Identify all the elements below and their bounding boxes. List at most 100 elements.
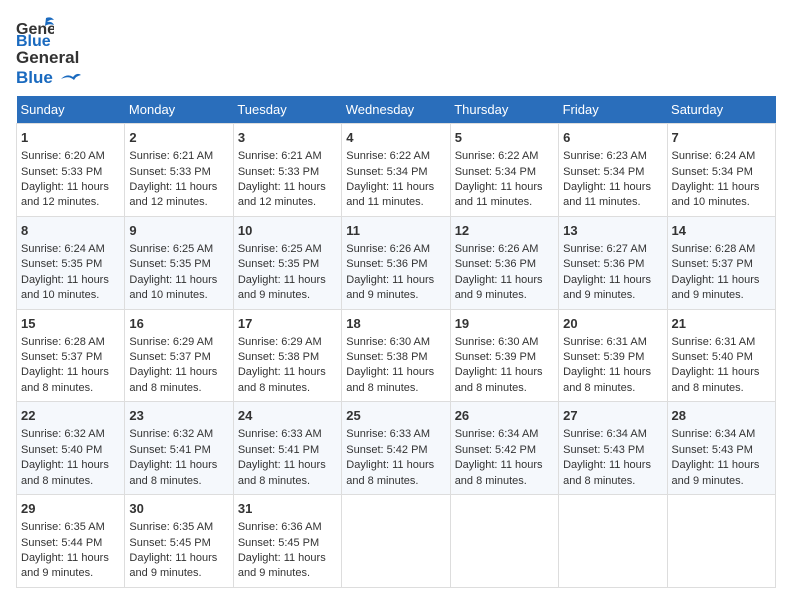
- day-detail: and 9 minutes.: [238, 566, 337, 581]
- day-detail: Daylight: 11 hours: [129, 180, 228, 195]
- day-number: 19: [455, 315, 554, 333]
- day-detail: Daylight: 11 hours: [129, 365, 228, 380]
- day-detail: Daylight: 11 hours: [21, 273, 120, 288]
- day-detail: and 9 minutes.: [672, 288, 771, 303]
- day-detail: Sunrise: 6:22 AM: [346, 149, 445, 164]
- logo-text-general: General: [16, 48, 79, 67]
- day-detail: Daylight: 11 hours: [129, 551, 228, 566]
- day-detail: Daylight: 11 hours: [455, 273, 554, 288]
- day-detail: Daylight: 11 hours: [346, 365, 445, 380]
- day-detail: Sunset: 5:41 PM: [238, 443, 337, 458]
- calendar-cell: 16 Sunrise: 6:29 AMSunset: 5:37 PMDayligh…: [125, 309, 233, 402]
- day-detail: and 12 minutes.: [21, 195, 120, 210]
- day-detail: Sunset: 5:37 PM: [129, 350, 228, 365]
- day-detail: Sunrise: 6:31 AM: [563, 335, 662, 350]
- day-detail: Sunset: 5:34 PM: [346, 165, 445, 180]
- day-detail: Sunrise: 6:28 AM: [672, 242, 771, 257]
- day-detail: Daylight: 11 hours: [346, 180, 445, 195]
- day-detail: Sunset: 5:45 PM: [238, 536, 337, 551]
- calendar-cell: 27Sunrise: 6:34 AMSunset: 5:43 PMDayligh…: [559, 402, 667, 495]
- day-number: 10: [238, 222, 337, 240]
- day-number: 15: [21, 315, 120, 333]
- day-detail: Daylight: 11 hours: [346, 458, 445, 473]
- day-detail: Daylight: 11 hours: [21, 551, 120, 566]
- calendar-week-row: 29Sunrise: 6:35 AMSunset: 5:44 PMDayligh…: [17, 495, 776, 588]
- day-detail: Sunset: 5:38 PM: [346, 350, 445, 365]
- calendar-cell: [450, 495, 558, 588]
- header: General Blue General Blue: [16, 16, 776, 88]
- day-detail: Sunset: 5:35 PM: [21, 257, 120, 272]
- day-detail: Sunrise: 6:27 AM: [563, 242, 662, 257]
- day-detail: Daylight: 11 hours: [672, 180, 771, 195]
- calendar-week-row: 1Sunrise: 6:20 AMSunset: 5:33 PMDaylight…: [17, 124, 776, 217]
- day-number: 25: [346, 407, 445, 425]
- day-detail: Daylight: 11 hours: [563, 365, 662, 380]
- calendar-cell: 14Sunrise: 6:28 AMSunset: 5:37 PMDayligh…: [667, 216, 775, 309]
- day-detail: Sunrise: 6:21 AM: [238, 149, 337, 164]
- day-detail: Sunrise: 6:23 AM: [563, 149, 662, 164]
- calendar-cell: 12Sunrise: 6:26 AMSunset: 5:36 PMDayligh…: [450, 216, 558, 309]
- day-detail: Daylight: 11 hours: [129, 273, 228, 288]
- day-number: 17: [238, 315, 337, 333]
- day-number: 27: [563, 407, 662, 425]
- calendar-cell: 6Sunrise: 6:23 AMSunset: 5:34 PMDaylight…: [559, 124, 667, 217]
- day-detail: Sunset: 5:33 PM: [238, 165, 337, 180]
- day-detail: and 9 minutes.: [563, 288, 662, 303]
- calendar-cell: 24Sunrise: 6:33 AMSunset: 5:41 PMDayligh…: [233, 402, 341, 495]
- calendar-header-row: SundayMondayTuesdayWednesdayThursdayFrid…: [17, 96, 776, 124]
- day-detail: Sunrise: 6:22 AM: [455, 149, 554, 164]
- day-detail: Daylight: 11 hours: [563, 180, 662, 195]
- day-detail: Sunrise: 6:35 AM: [129, 520, 228, 535]
- day-detail: Sunrise: 6:30 AM: [346, 335, 445, 350]
- calendar-table: SundayMondayTuesdayWednesdayThursdayFrid…: [16, 96, 776, 588]
- calendar-cell: 22Sunrise: 6:32 AMSunset: 5:40 PMDayligh…: [17, 402, 125, 495]
- day-detail: Sunset: 5:39 PM: [455, 350, 554, 365]
- day-detail: Daylight: 11 hours: [672, 458, 771, 473]
- day-detail: and 9 minutes.: [346, 288, 445, 303]
- day-number: 11: [346, 222, 445, 240]
- day-detail: Sunrise: 6:26 AM: [455, 242, 554, 257]
- day-detail: and 8 minutes.: [672, 381, 771, 396]
- calendar-cell: 5Sunrise: 6:22 AMSunset: 5:34 PMDaylight…: [450, 124, 558, 217]
- day-detail: and 11 minutes.: [346, 195, 445, 210]
- day-detail: Sunset: 5:33 PM: [129, 165, 228, 180]
- day-detail: Sunset: 5:45 PM: [129, 536, 228, 551]
- day-number: 16: [129, 315, 228, 333]
- day-detail: Sunrise: 6:25 AM: [129, 242, 228, 257]
- day-detail: Sunrise: 6:31 AM: [672, 335, 771, 350]
- day-number: 4: [346, 129, 445, 147]
- day-detail: Daylight: 11 hours: [238, 180, 337, 195]
- day-detail: Sunset: 5:43 PM: [672, 443, 771, 458]
- calendar-cell: 23Sunrise: 6:32 AMSunset: 5:41 PMDayligh…: [125, 402, 233, 495]
- day-detail: Sunset: 5:42 PM: [346, 443, 445, 458]
- day-detail: Sunrise: 6:33 AM: [346, 427, 445, 442]
- day-detail: Sunset: 5:44 PM: [21, 536, 120, 551]
- header-sunday: Sunday: [17, 96, 125, 124]
- day-number: 7: [672, 129, 771, 147]
- day-detail: and 8 minutes.: [238, 381, 337, 396]
- calendar-cell: 30 Sunrise: 6:35 AMSunset: 5:45 PMDayligh…: [125, 495, 233, 588]
- day-detail: Sunrise: 6:34 AM: [455, 427, 554, 442]
- logo-text-blue: Blue: [16, 68, 53, 87]
- day-detail: Sunset: 5:34 PM: [672, 165, 771, 180]
- calendar-cell: 31Sunrise: 6:36 AMSunset: 5:45 PMDayligh…: [233, 495, 341, 588]
- calendar-cell: 10Sunrise: 6:25 AMSunset: 5:35 PMDayligh…: [233, 216, 341, 309]
- calendar-cell: 29Sunrise: 6:35 AMSunset: 5:44 PMDayligh…: [17, 495, 125, 588]
- day-detail: Daylight: 11 hours: [563, 458, 662, 473]
- day-detail: Daylight: 11 hours: [21, 458, 120, 473]
- day-detail: and 11 minutes.: [563, 195, 662, 210]
- day-detail: Daylight: 11 hours: [672, 365, 771, 380]
- calendar-cell: 28Sunrise: 6:34 AMSunset: 5:43 PMDayligh…: [667, 402, 775, 495]
- day-detail: Sunrise: 6:33 AM: [238, 427, 337, 442]
- day-number: 1: [21, 129, 120, 147]
- day-number: 6: [563, 129, 662, 147]
- day-detail: Sunrise: 6:29 AM: [129, 335, 228, 350]
- day-detail: and 9 minutes.: [672, 474, 771, 489]
- day-number: 18: [346, 315, 445, 333]
- day-number: 28: [672, 407, 771, 425]
- day-detail: and 10 minutes.: [21, 288, 120, 303]
- calendar-cell: [559, 495, 667, 588]
- day-number: 30: [129, 500, 228, 518]
- day-detail: Sunset: 5:43 PM: [563, 443, 662, 458]
- day-detail: and 9 minutes.: [21, 566, 120, 581]
